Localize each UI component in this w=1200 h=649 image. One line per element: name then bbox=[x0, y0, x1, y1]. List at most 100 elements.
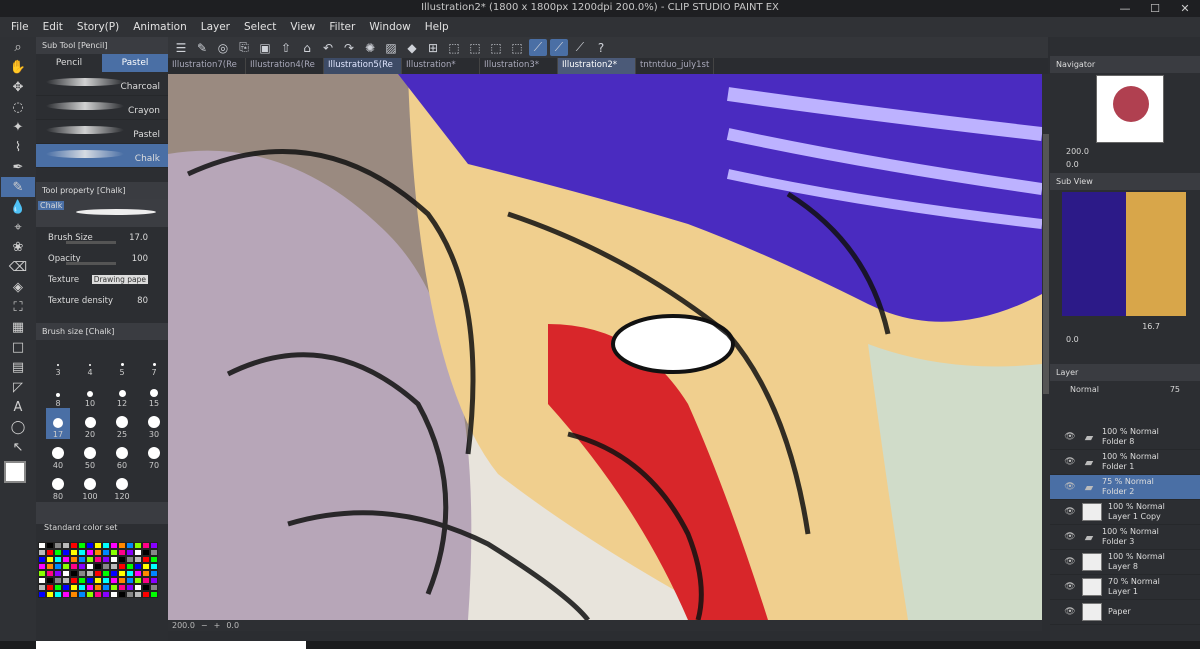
drawing-canvas[interactable] bbox=[168, 74, 1042, 620]
palette-swatch[interactable] bbox=[102, 591, 110, 598]
subview-image[interactable] bbox=[1062, 192, 1186, 316]
palette-swatch[interactable] bbox=[118, 556, 126, 563]
menu-story[interactable]: Story(P) bbox=[70, 21, 126, 33]
magic-wand-icon[interactable]: ✦ bbox=[1, 117, 35, 137]
palette-swatch[interactable] bbox=[110, 563, 118, 570]
palette-swatch[interactable] bbox=[54, 570, 62, 577]
size-25[interactable]: 25 bbox=[110, 408, 134, 439]
palette-swatch[interactable] bbox=[142, 556, 150, 563]
palette-swatch[interactable] bbox=[86, 542, 94, 549]
palette-swatch[interactable] bbox=[110, 584, 118, 591]
colorset-label[interactable]: Standard color set bbox=[44, 523, 117, 532]
palette-swatch[interactable] bbox=[142, 542, 150, 549]
palette-swatch[interactable] bbox=[110, 570, 118, 577]
palette-swatch[interactable] bbox=[70, 584, 78, 591]
texture-density-row[interactable]: Texture density 80 bbox=[36, 290, 168, 311]
palette-swatch[interactable] bbox=[134, 577, 142, 584]
palette-swatch[interactable] bbox=[38, 577, 46, 584]
palette-swatch[interactable] bbox=[142, 549, 150, 556]
size-5[interactable]: 5 bbox=[110, 346, 134, 377]
menu-help[interactable]: Help bbox=[418, 21, 456, 33]
palette-swatch[interactable] bbox=[46, 577, 54, 584]
frame-icon[interactable]: ▤ bbox=[1, 357, 35, 377]
palette-swatch[interactable] bbox=[62, 584, 70, 591]
palette-swatch[interactable] bbox=[118, 570, 126, 577]
tab-illustration7[interactable]: Illustration7(Re bbox=[168, 58, 246, 74]
palette-swatch[interactable] bbox=[134, 549, 142, 556]
palette-swatch[interactable] bbox=[38, 542, 46, 549]
palette-swatch[interactable] bbox=[38, 556, 46, 563]
palette-swatch[interactable] bbox=[54, 542, 62, 549]
size-70[interactable]: 70 bbox=[142, 439, 166, 470]
print-icon[interactable]: ⌂ bbox=[298, 39, 316, 56]
visibility-icon[interactable]: 👁 bbox=[1064, 607, 1076, 617]
visibility-icon[interactable]: 👁 bbox=[1064, 507, 1076, 517]
opacity-row[interactable]: Opacity 100 bbox=[36, 248, 168, 269]
menu-window[interactable]: Window bbox=[362, 21, 417, 33]
layer-row[interactable]: 👁 Paper bbox=[1050, 600, 1200, 625]
visibility-icon[interactable]: 👁 bbox=[1064, 532, 1076, 542]
stabilizer-icon[interactable]: ⟋ bbox=[529, 39, 547, 56]
palette-swatch[interactable] bbox=[38, 570, 46, 577]
palette-swatch[interactable] bbox=[110, 577, 118, 584]
blend-icon[interactable]: ◈ bbox=[1, 277, 35, 297]
main-color-swatch[interactable] bbox=[4, 461, 26, 483]
palette-swatch[interactable] bbox=[102, 556, 110, 563]
new-icon[interactable]: ⎘ bbox=[235, 39, 253, 56]
help-icon[interactable]: ? bbox=[592, 39, 610, 56]
palette-swatch[interactable] bbox=[38, 549, 46, 556]
brush-crayon[interactable]: Crayon bbox=[36, 96, 168, 120]
palette-swatch[interactable] bbox=[70, 549, 78, 556]
figure-icon[interactable]: □ bbox=[1, 337, 35, 357]
layer-row[interactable]: 👁 100 % Normal Layer 8 bbox=[1050, 550, 1200, 575]
palette-swatch[interactable] bbox=[134, 570, 142, 577]
palette-swatch[interactable] bbox=[62, 549, 70, 556]
palette-swatch[interactable] bbox=[118, 549, 126, 556]
palette-swatch[interactable] bbox=[150, 549, 158, 556]
size-8[interactable]: 8 bbox=[46, 377, 70, 408]
palette-swatch[interactable] bbox=[86, 570, 94, 577]
palette-swatch[interactable] bbox=[126, 584, 134, 591]
zoom-in-icon[interactable]: + bbox=[214, 621, 221, 630]
move-tool-icon[interactable]: ✥ bbox=[1, 77, 35, 97]
size-15[interactable]: 15 bbox=[142, 377, 166, 408]
clear-icon[interactable]: ▨ bbox=[382, 39, 400, 56]
layer-row[interactable]: 👁 ▰ 100 % Normal Folder 3 bbox=[1050, 525, 1200, 550]
redo-icon[interactable]: ↷ bbox=[340, 39, 358, 56]
layer-icon[interactable]: ◎ bbox=[214, 39, 232, 56]
palette-swatch[interactable] bbox=[126, 549, 134, 556]
zoom-out-icon[interactable]: − bbox=[201, 621, 208, 630]
menu-layer[interactable]: Layer bbox=[194, 21, 237, 33]
angle-value[interactable]: 0.0 bbox=[226, 621, 239, 630]
layer-row[interactable]: 👁 ▰ 75 % Normal Folder 2 bbox=[1050, 475, 1200, 500]
size-4[interactable]: 4 bbox=[78, 346, 102, 377]
menu-filter[interactable]: Filter bbox=[322, 21, 362, 33]
palette-swatch[interactable] bbox=[102, 563, 110, 570]
texture-row[interactable]: Texture Drawing pape bbox=[36, 269, 168, 290]
tab-pencil[interactable]: Pencil bbox=[36, 54, 102, 72]
close-button[interactable]: ✕ bbox=[1170, 0, 1200, 17]
menu-select[interactable]: Select bbox=[237, 21, 283, 33]
ruler-tool-icon[interactable]: ◸ bbox=[1, 377, 35, 397]
ruler-icon[interactable]: ⟋ bbox=[550, 39, 568, 56]
size-80[interactable]: 80 bbox=[46, 470, 70, 501]
navigator-thumbnail[interactable] bbox=[1096, 75, 1164, 143]
color-palette[interactable] bbox=[38, 542, 158, 598]
save-icon[interactable]: ▣ bbox=[256, 39, 274, 56]
layer-row[interactable]: 👁 100 % Normal Layer 1 Copy bbox=[1050, 500, 1200, 525]
palette-swatch[interactable] bbox=[62, 563, 70, 570]
palette-swatch[interactable] bbox=[94, 591, 102, 598]
size-10[interactable]: 10 bbox=[78, 377, 102, 408]
menu-icon[interactable]: ☰ bbox=[172, 39, 190, 56]
palette-swatch[interactable] bbox=[150, 542, 158, 549]
palette-swatch[interactable] bbox=[62, 556, 70, 563]
crop-icon[interactable]: ⬚ bbox=[466, 39, 484, 56]
palette-swatch[interactable] bbox=[46, 542, 54, 549]
zoom-tool-icon[interactable]: ⌕ bbox=[1, 37, 35, 57]
fill-tool-icon[interactable]: ⛶ bbox=[1, 297, 35, 317]
palette-swatch[interactable] bbox=[54, 556, 62, 563]
palette-swatch[interactable] bbox=[118, 577, 126, 584]
palette-swatch[interactable] bbox=[110, 549, 118, 556]
palette-swatch[interactable] bbox=[94, 556, 102, 563]
gradient-icon[interactable]: ▦ bbox=[1, 317, 35, 337]
